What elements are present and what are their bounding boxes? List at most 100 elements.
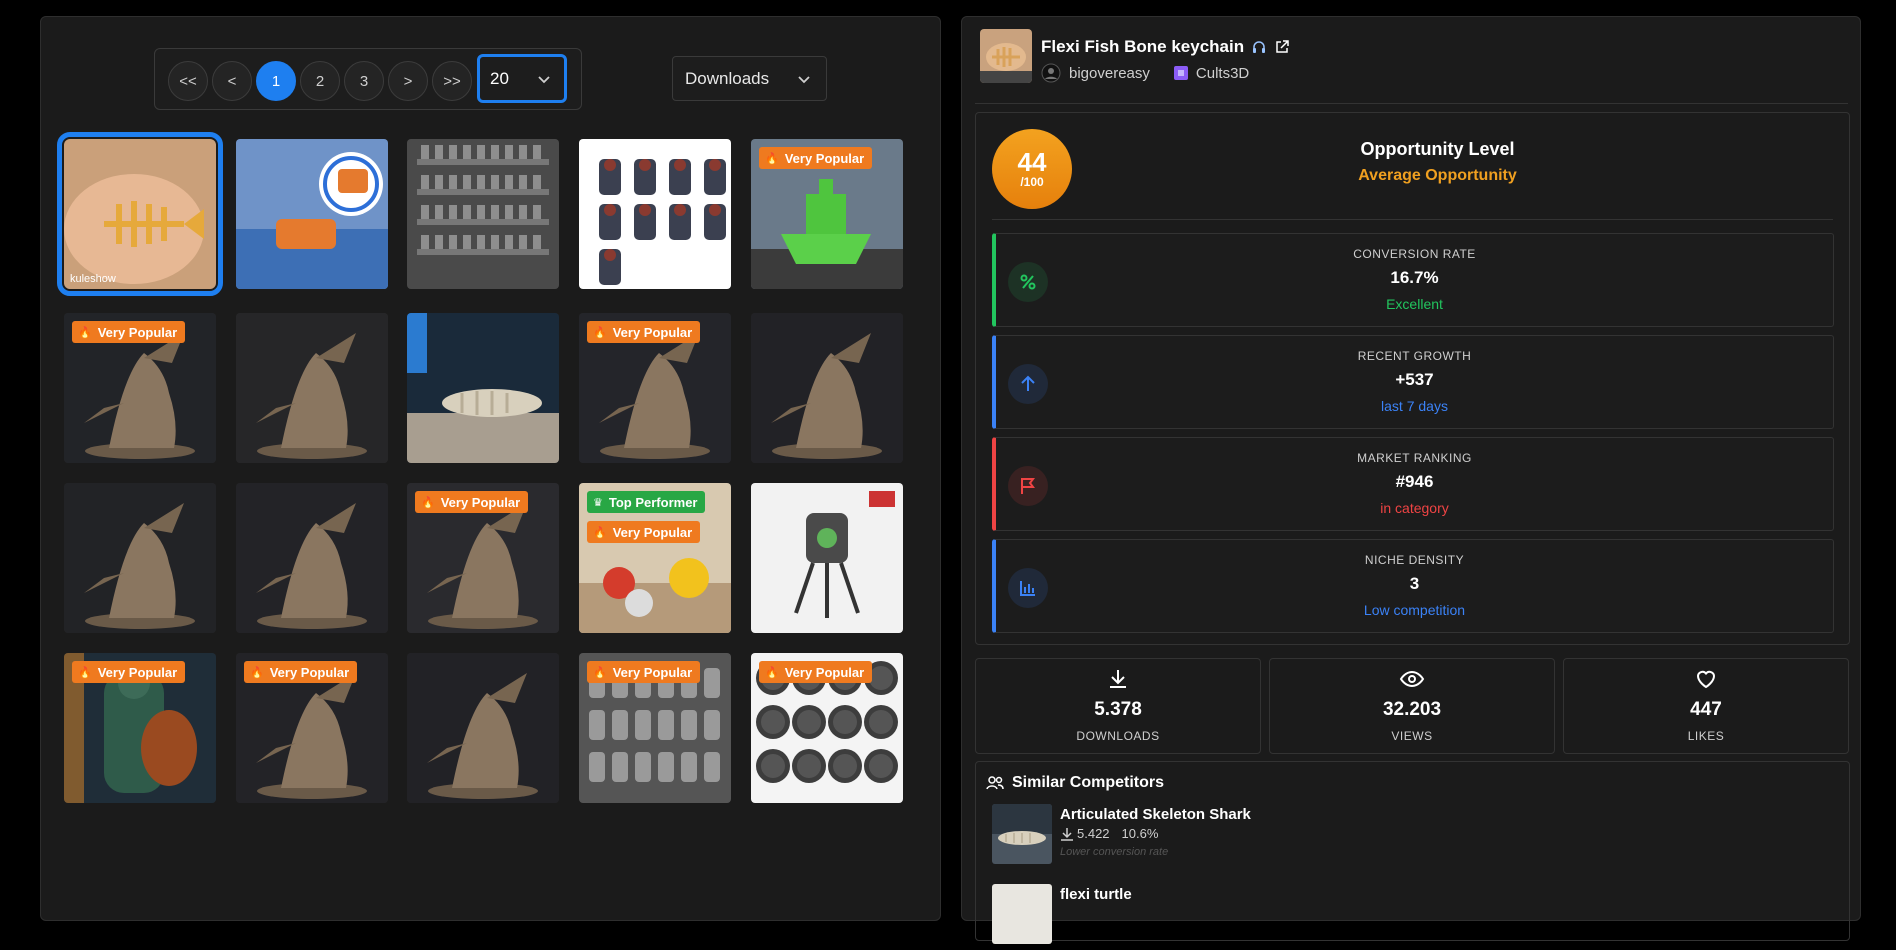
competitors-heading: Similar Competitors	[986, 774, 1164, 792]
headphones-icon	[1253, 41, 1266, 53]
metric-sub: last 7 days	[1381, 398, 1448, 414]
first-page-button[interactable]: <<	[168, 61, 208, 101]
product-tile[interactable]: ♛ Top Performer 🔥 Very Popular	[579, 483, 731, 633]
per-page-select[interactable]: 20	[477, 54, 567, 103]
badge-label: Very Popular	[612, 524, 693, 540]
product-tile[interactable]: 🔥 Very Popular	[751, 139, 903, 289]
very-popular-badge: 🔥 Very Popular	[244, 661, 358, 683]
product-tile[interactable]: kuleshow	[57, 132, 223, 296]
author-name[interactable]: bigovereasy	[1069, 65, 1150, 82]
product-tile[interactable]	[407, 139, 559, 289]
stat-label: DOWNLOADS	[1076, 729, 1160, 743]
stat-value: 32.203	[1382, 699, 1442, 720]
stat-views: 32.203 VIEWS	[1269, 658, 1555, 754]
product-tile[interactable]: 🔥 Very Popular	[64, 653, 216, 803]
competitor-downloads: 5.422	[1077, 826, 1110, 841]
tile-image	[407, 313, 559, 463]
competitors-card: Similar Competitors Articulated Skeleton…	[975, 761, 1850, 944]
last-page-button[interactable]: >>	[432, 61, 472, 101]
metric-label: NICHE DENSITY	[1364, 553, 1465, 567]
metric-value: 16.7%	[1390, 268, 1439, 287]
very-popular-badge: 🔥 Very Popular	[759, 661, 873, 683]
competitors-title: Similar Competitors	[1012, 774, 1165, 791]
product-tile[interactable]	[64, 483, 216, 633]
metric-sub: in category	[1380, 500, 1449, 516]
competitor-item[interactable]: flexi turtle	[992, 884, 1832, 950]
stat-likes: 447 LIKES	[1563, 658, 1849, 754]
product-tile[interactable]: 🔥 Very Popular	[64, 313, 216, 463]
page-2-button[interactable]: 2	[300, 61, 340, 101]
product-tile[interactable]: 🔥 Very Popular	[407, 483, 559, 633]
metric-conversion-rate: CONVERSION RATE 16.7% Excellent	[992, 233, 1834, 327]
metric-sub: Low competition	[1363, 602, 1466, 618]
prev-page-button[interactable]: <	[212, 61, 252, 101]
next-page-button[interactable]: >	[388, 61, 428, 101]
fire-icon: 🔥	[765, 152, 779, 165]
competitor-rate: 10.6%	[1121, 826, 1159, 841]
heart-icon	[1696, 670, 1716, 689]
metric-niche-density: NICHE DENSITY 3 Low competition	[992, 539, 1834, 633]
product-title-text: Flexi Fish Bone keychain	[1041, 37, 1245, 56]
very-popular-badge: 🔥 Very Popular	[415, 491, 529, 513]
competitor-name: Articulated Skeleton Shark	[1060, 806, 1251, 823]
crown-icon: ♛	[593, 496, 603, 509]
very-popular-badge: 🔥 Very Popular	[759, 147, 873, 169]
download-icon	[1110, 670, 1126, 688]
badge-label: Very Popular	[97, 324, 178, 340]
product-tile[interactable]	[579, 139, 731, 289]
badge-label: Very Popular	[440, 494, 521, 510]
external-link-icon[interactable]	[1274, 39, 1290, 55]
sort-select[interactable]: Downloads	[672, 56, 827, 101]
competitor-thumbnail	[992, 884, 1052, 944]
very-popular-badge: 🔥 Very Popular	[72, 661, 186, 683]
stat-downloads: 5.378 DOWNLOADS	[975, 658, 1261, 754]
stat-label: LIKES	[1687, 729, 1725, 743]
product-tile[interactable]	[751, 483, 903, 633]
tile-image	[64, 139, 216, 289]
fire-icon: 🔥	[593, 326, 607, 339]
product-tile[interactable]	[407, 313, 559, 463]
competitor-item[interactable]: Articulated Skeleton Shark 5.422 10.6% L…	[992, 804, 1832, 870]
product-tile[interactable]	[236, 313, 388, 463]
tile-image	[64, 483, 216, 633]
badge-label: Very Popular	[269, 664, 350, 680]
divider	[975, 103, 1848, 104]
metric-recent-growth: RECENT GROWTH +537 last 7 days	[992, 335, 1834, 429]
product-tile[interactable]	[236, 139, 388, 289]
competitor-name: flexi turtle	[1060, 886, 1132, 903]
tile-image	[236, 483, 388, 633]
competitor-thumbnail	[992, 804, 1052, 864]
eye-icon	[1399, 670, 1425, 688]
metric-value: 3	[1409, 574, 1420, 593]
product-tile[interactable]: 🔥 Very Popular	[236, 653, 388, 803]
page-3-button[interactable]: 3	[344, 61, 384, 101]
product-tile[interactable]	[236, 483, 388, 633]
stat-value: 5.378	[1094, 699, 1142, 720]
users-icon	[986, 776, 1004, 790]
product-tile[interactable]	[751, 313, 903, 463]
results-panel: << < 1 2 3 > >> 20 Downloads kuleshow 🔥 Ve…	[40, 16, 941, 921]
fire-icon: 🔥	[78, 666, 92, 679]
platform-icon	[1173, 66, 1188, 80]
fire-icon: 🔥	[421, 496, 435, 509]
metric-sub: Excellent	[1386, 296, 1443, 312]
product-tile[interactable]: 🔥 Very Popular	[751, 653, 903, 803]
fire-icon: 🔥	[593, 666, 607, 679]
stat-value: 447	[1690, 699, 1722, 720]
fire-icon: 🔥	[765, 666, 779, 679]
fire-icon: 🔥	[593, 526, 607, 539]
product-tile[interactable]: 🔥 Very Popular	[579, 653, 731, 803]
tile-image	[407, 139, 559, 289]
pagination: << < 1 2 3 > >> 20	[154, 48, 582, 110]
competitor-stats: 5.422 10.6%	[1060, 826, 1158, 841]
product-tile[interactable]: 🔥 Very Popular	[579, 313, 731, 463]
product-tile[interactable]	[407, 653, 559, 803]
top-performer-badge: ♛ Top Performer	[587, 491, 706, 513]
badge-label: Very Popular	[784, 664, 865, 680]
tile-image	[407, 653, 559, 803]
chevron-down-icon	[798, 76, 810, 84]
platform-name: Cults3D	[1195, 64, 1250, 82]
product-thumbnail	[980, 29, 1032, 83]
page-1-button[interactable]: 1	[256, 61, 296, 101]
per-page-value: 20	[490, 68, 509, 88]
